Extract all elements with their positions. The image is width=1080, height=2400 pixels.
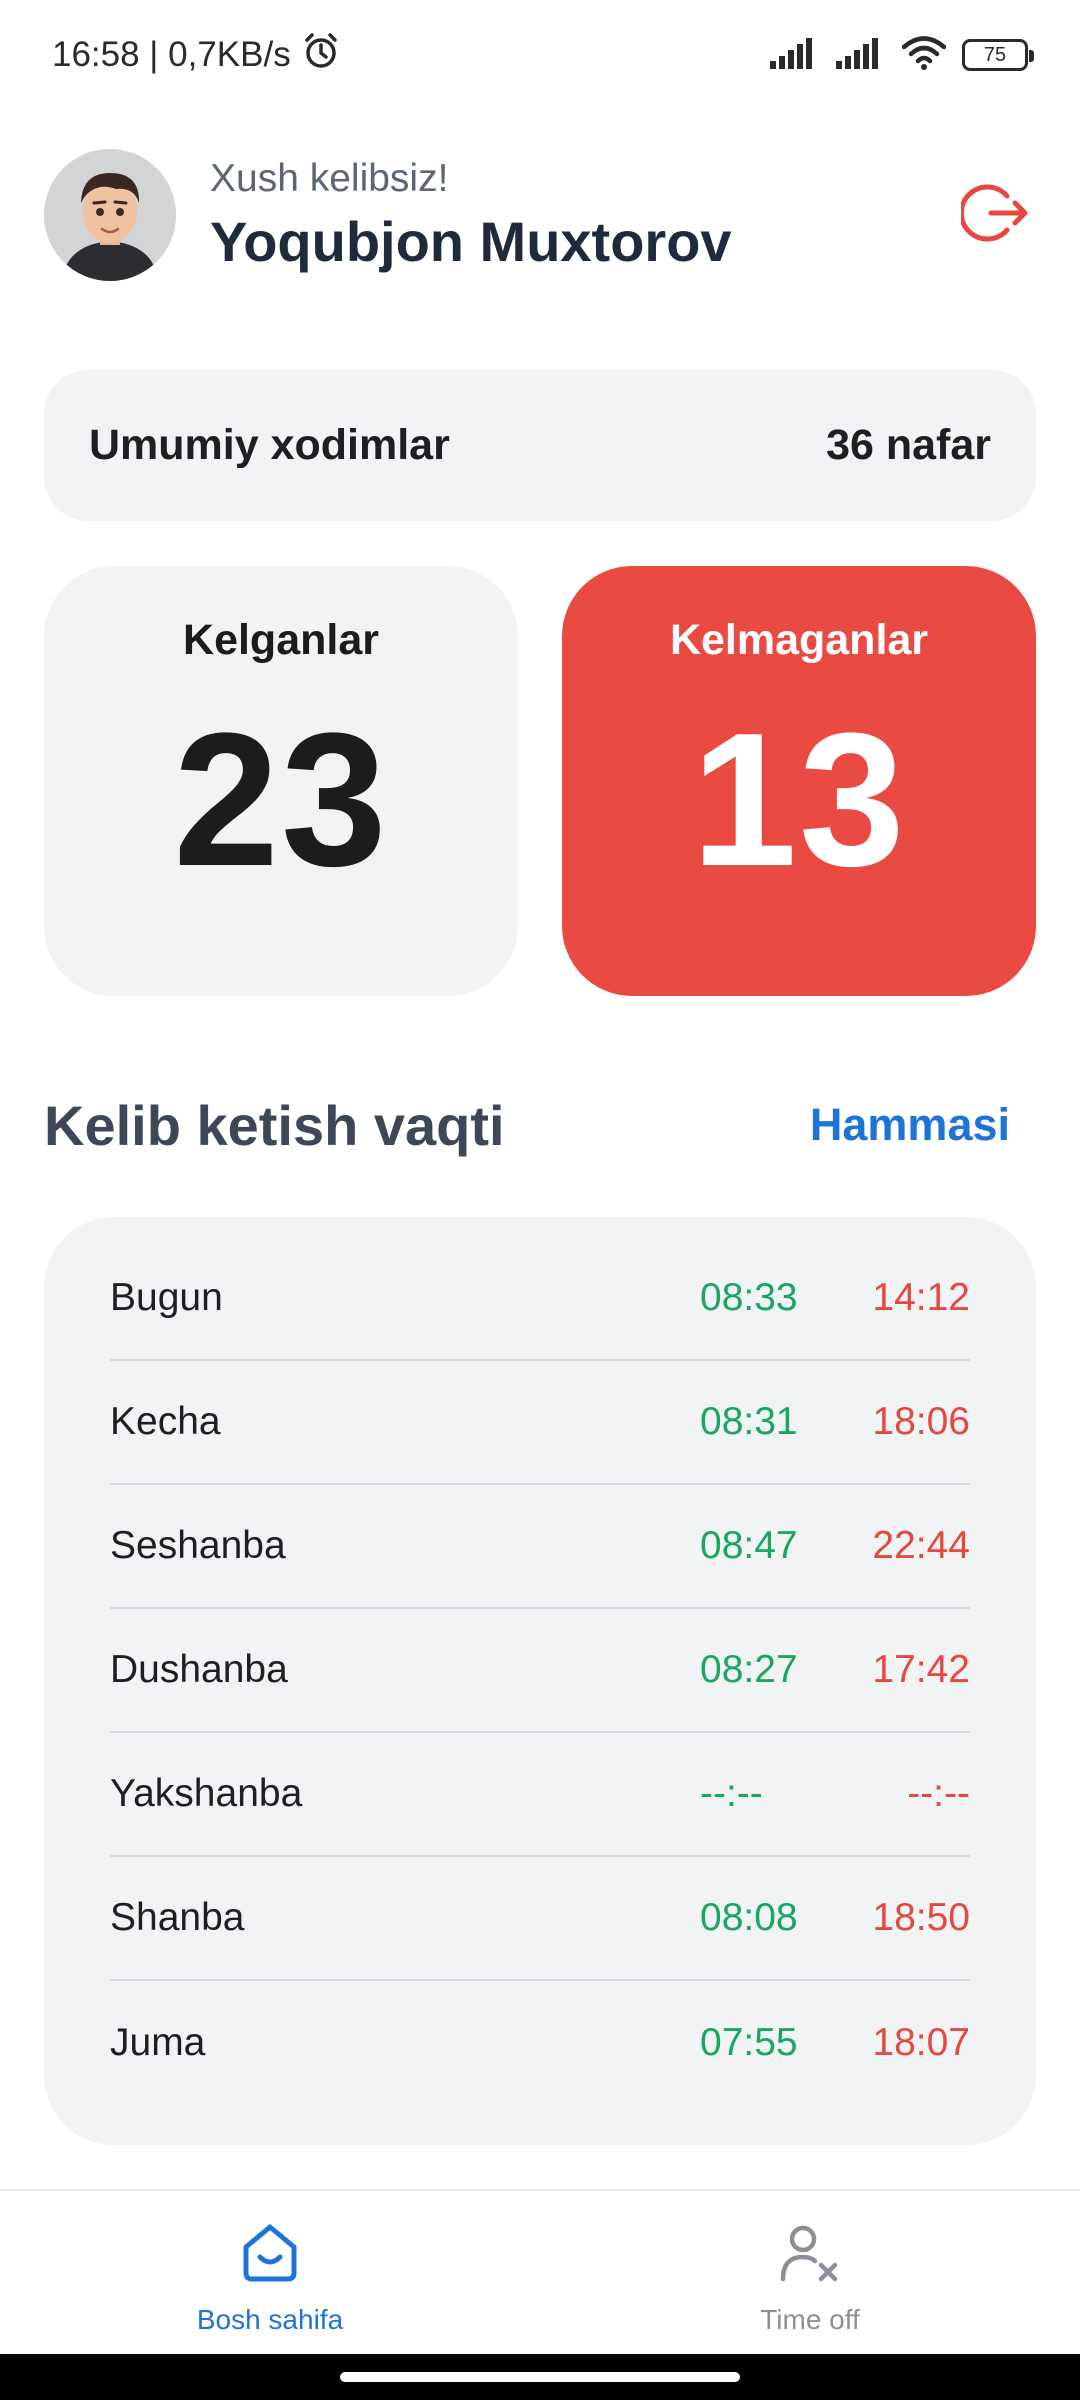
status-bar: 16:58 | 0,7KB/s 75 xyxy=(0,0,1080,110)
user-remove-icon xyxy=(777,2221,843,2290)
list-item[interactable]: Dushanba 08:27 17:42 xyxy=(110,1609,970,1733)
absent-count: 13 xyxy=(691,694,907,906)
list-item[interactable]: Shanba 08:08 18:50 xyxy=(110,1857,970,1981)
list-item[interactable]: Juma 07:55 18:07 xyxy=(110,1981,970,2105)
row-in-time: --:-- xyxy=(700,1772,763,1815)
row-in-time: 08:08 xyxy=(700,1896,798,1939)
nav-home-label: Bosh sahifa xyxy=(196,2304,344,2335)
signal-icon xyxy=(770,37,820,74)
nav-time-off-label: Time off xyxy=(760,2304,860,2335)
row-out-time: 18:07 xyxy=(872,2021,970,2064)
wifi-icon xyxy=(901,35,947,75)
row-day: Yakshanba xyxy=(110,1772,303,1815)
battery-level: 75 xyxy=(983,43,1007,66)
user-name: Yoqubjon Muxtorov xyxy=(210,209,732,273)
list-item[interactable]: Seshanba 08:47 22:44 xyxy=(110,1485,970,1609)
signal-icon xyxy=(836,37,886,74)
header: Xush kelibsiz! Yoqubjon Muxtorov xyxy=(44,148,1036,282)
came-card[interactable]: Kelganlar 23 xyxy=(44,566,518,996)
greeting-text: Xush kelibsiz! xyxy=(210,156,449,200)
list-item[interactable]: Bugun 08:33 14:12 xyxy=(110,1237,970,1361)
home-icon xyxy=(238,2221,302,2290)
row-in-time: 08:27 xyxy=(700,1648,798,1691)
total-employees-card: Umumiy xodimlar 36 nafar xyxy=(44,370,1036,521)
status-time: 16:58 | 0,7KB/s xyxy=(52,35,291,74)
total-employees-value: 36 nafar xyxy=(826,421,991,469)
total-employees-label: Umumiy xodimlar xyxy=(89,421,450,469)
screen: 16:58 | 0,7KB/s 75 Xush kelibsiz! Yoqubj… xyxy=(0,0,1080,2400)
absent-label: Kelmaganlar xyxy=(669,616,929,664)
see-all-link[interactable]: Hammasi xyxy=(810,1099,1010,1151)
nav-time-off[interactable]: Time off xyxy=(540,2191,1080,2354)
row-day: Bugun xyxy=(110,1276,223,1319)
greeting-block: Xush kelibsiz! Yoqubjon Muxtorov xyxy=(210,157,956,274)
status-right: 75 xyxy=(770,35,1034,75)
logout-button[interactable] xyxy=(956,175,1036,255)
list-item[interactable]: Kecha 08:31 18:06 xyxy=(110,1361,970,1485)
attendance-list: Bugun 08:33 14:12 Kecha 08:31 18:06 Sesh… xyxy=(44,1217,1036,2145)
alarm-icon xyxy=(301,31,341,80)
bottom-nav: Bosh sahifa Time off xyxy=(0,2189,1080,2354)
row-day: Shanba xyxy=(110,1896,245,1939)
row-out-time: 22:44 xyxy=(872,1524,970,1567)
attendance-title: Kelib ketish vaqti xyxy=(44,1093,505,1157)
row-in-time: 08:31 xyxy=(700,1400,798,1443)
nav-home[interactable]: Bosh sahifa xyxy=(0,2191,540,2354)
absent-card[interactable]: Kelmaganlar 13 xyxy=(562,566,1036,996)
came-count: 23 xyxy=(173,694,389,906)
row-day: Seshanba xyxy=(110,1524,286,1567)
row-out-time: 18:50 xyxy=(872,1896,970,1939)
row-day: Dushanba xyxy=(110,1648,288,1691)
list-item[interactable]: Yakshanba --:-- --:-- xyxy=(110,1733,970,1857)
avatar[interactable] xyxy=(44,149,176,281)
row-in-time: 08:33 xyxy=(700,1276,798,1319)
attendance-section-header: Kelib ketish vaqti Hammasi xyxy=(44,1085,1010,1165)
status-left: 16:58 | 0,7KB/s xyxy=(52,31,341,80)
row-out-time: --:-- xyxy=(907,1772,970,1815)
gesture-area xyxy=(0,2354,1080,2400)
row-out-time: 18:06 xyxy=(872,1400,970,1443)
logout-icon xyxy=(958,178,1031,253)
row-in-time: 07:55 xyxy=(700,2021,798,2064)
battery-icon: 75 xyxy=(962,39,1034,71)
row-in-time: 08:47 xyxy=(700,1524,798,1567)
row-out-time: 17:42 xyxy=(872,1648,970,1691)
came-label: Kelganlar xyxy=(183,616,379,664)
row-day: Kecha xyxy=(110,1400,221,1443)
row-out-time: 14:12 xyxy=(872,1276,970,1319)
row-day: Juma xyxy=(110,2021,206,2064)
gesture-handle[interactable] xyxy=(340,2372,740,2382)
